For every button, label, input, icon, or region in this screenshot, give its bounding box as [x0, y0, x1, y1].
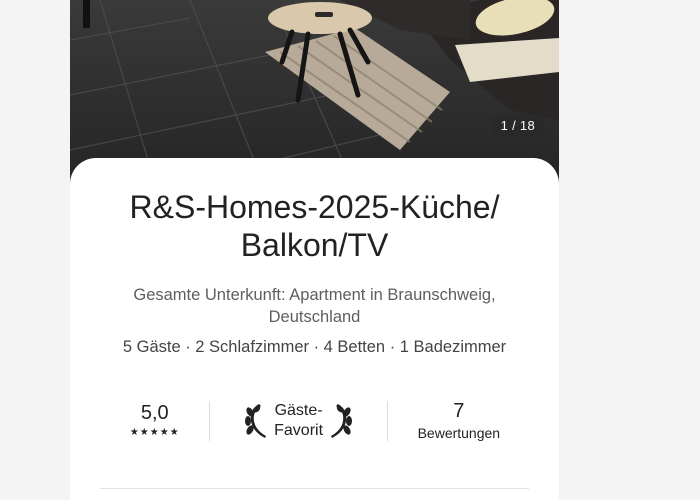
guest-favorite-badge[interactable]: Gäste- Favorit [210, 401, 386, 441]
reviews-count: 7 [453, 400, 465, 422]
listing-frame: 1 / 18 R&S-Homes-2025-Küche/ Balkon/TV G… [70, 0, 559, 500]
laurel-left-icon [245, 404, 267, 438]
listing-subtitle: Gesamte Unterkunft: Apartment in Braunsc… [133, 286, 496, 326]
listing-card: R&S-Homes-2025-Küche/ Balkon/TV Gesamte … [70, 158, 559, 500]
guest-favorite-label: Gäste- Favorit [274, 401, 323, 441]
reviews-label: Bewertungen [417, 425, 501, 441]
listing-stats: 5,0 ★★★★★ Gäste- Favorit 7 Bewertungen [100, 398, 530, 444]
guest-favorite-line1: Gäste- [274, 402, 323, 419]
section-divider [100, 488, 529, 489]
listing-title: R&S-Homes-2025-Küche/ Balkon/TV [129, 189, 500, 263]
star-rating-icon: ★★★★★ [129, 427, 180, 438]
rating-stat[interactable]: 5,0 ★★★★★ [100, 402, 209, 440]
rating-value: 5,0 [140, 402, 169, 424]
laurel-right-icon [331, 404, 353, 438]
listing-facts: 5 Gäste · 2 Schlafzimmer · 4 Betten · 1 … [122, 338, 507, 356]
photo-counter: 1 / 18 [490, 114, 545, 137]
guest-favorite-line2: Favorit [274, 422, 324, 439]
reviews-stat[interactable]: 7 Bewertungen [388, 400, 530, 442]
